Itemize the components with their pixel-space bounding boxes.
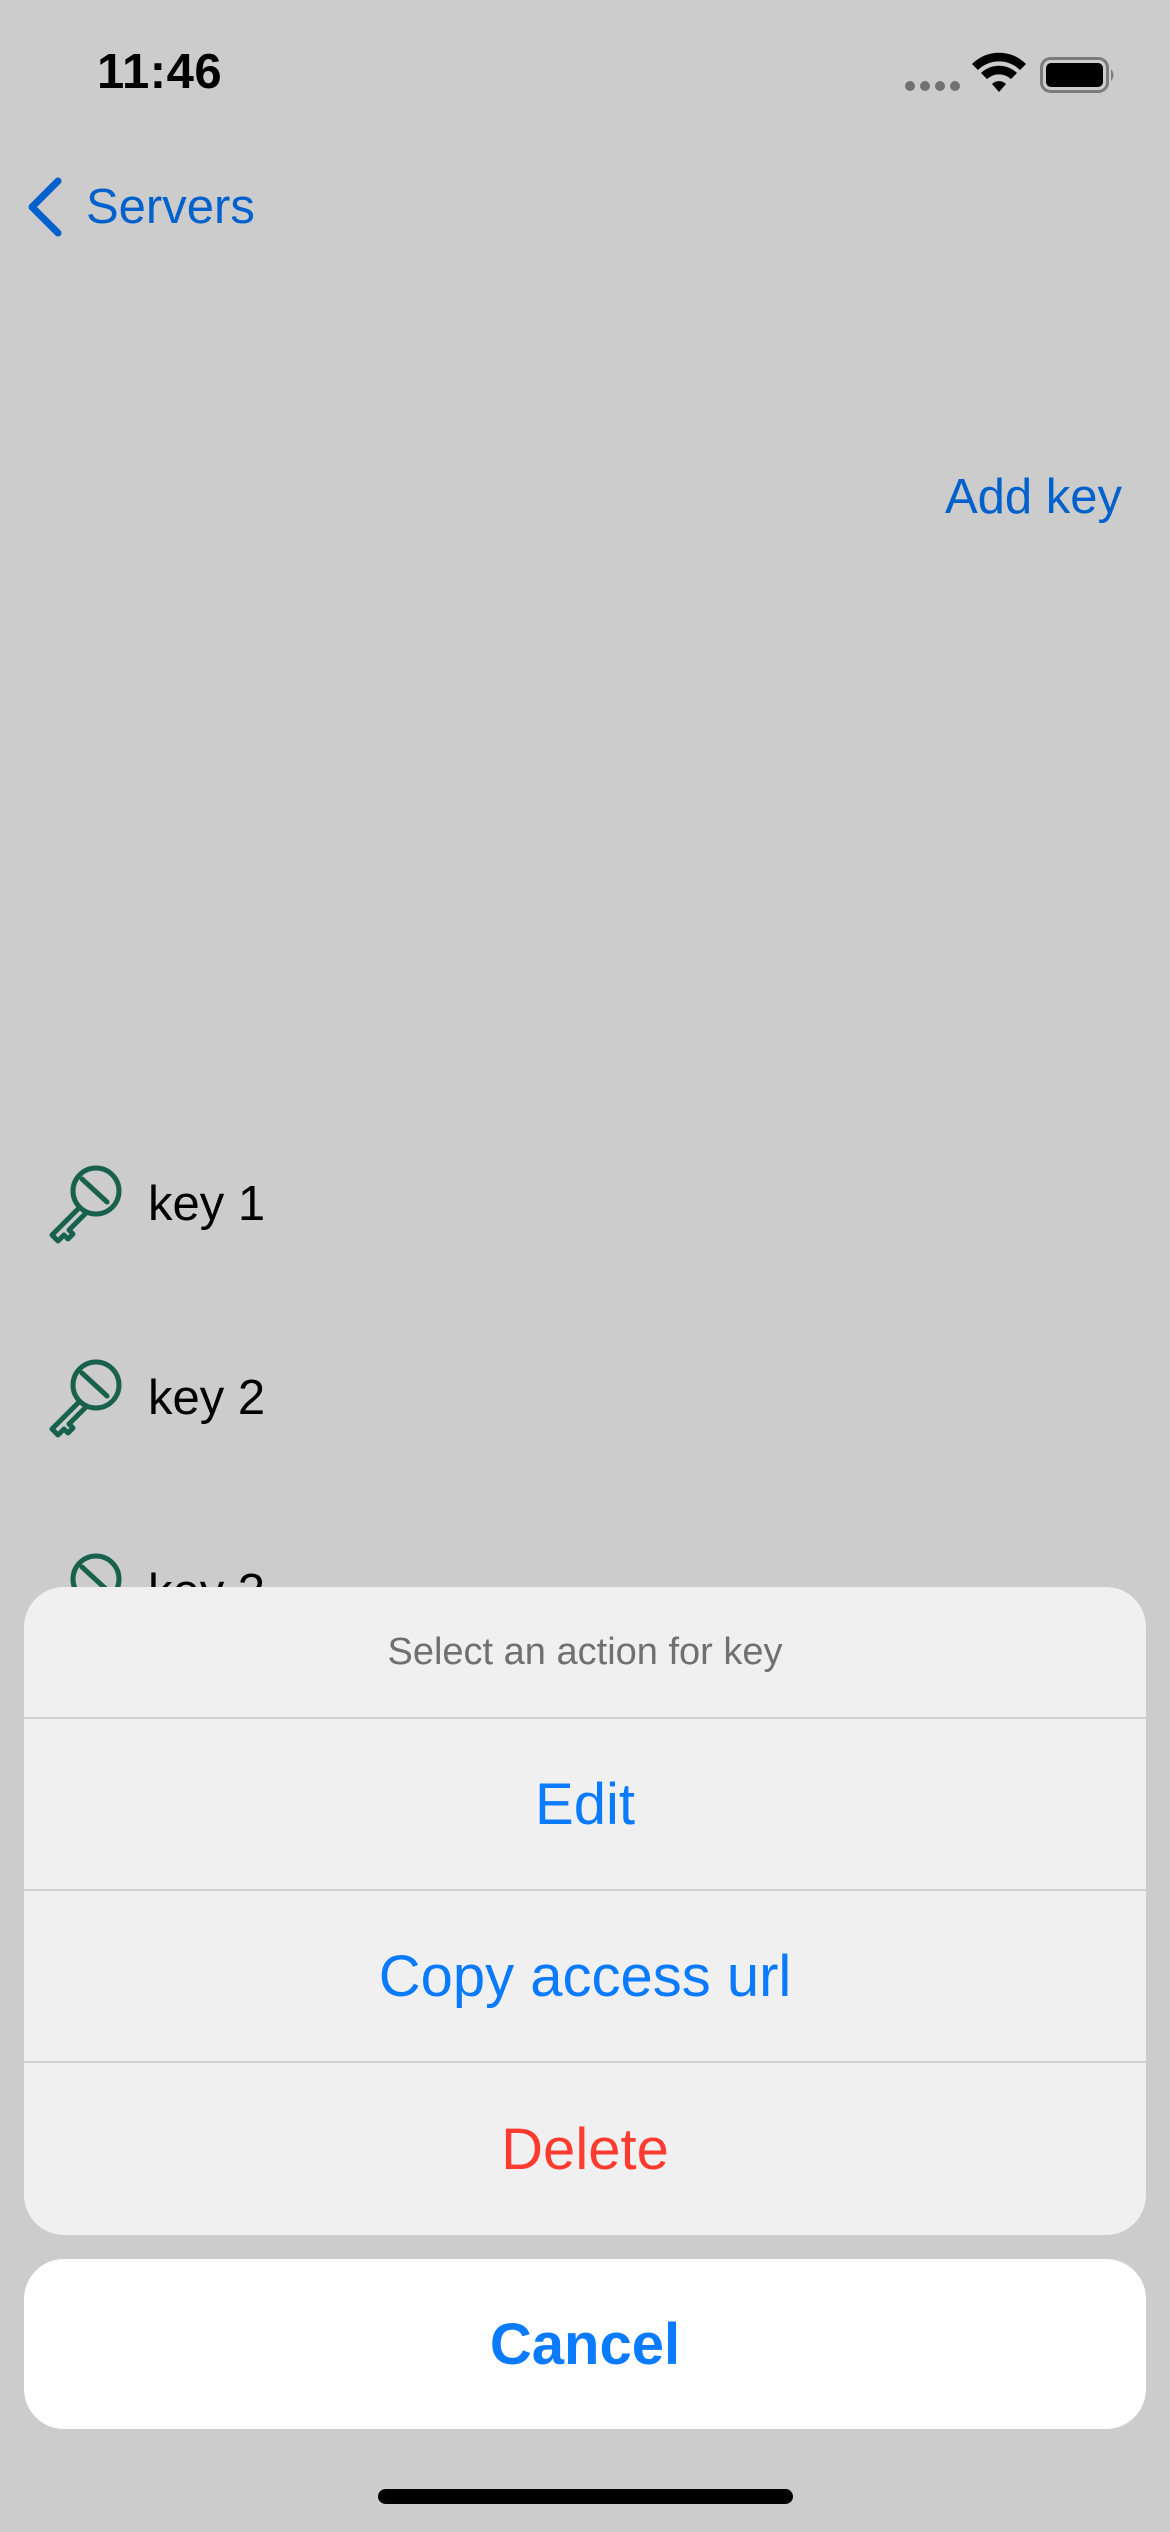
copy-access-url-button[interactable]: Copy access url: [24, 1891, 1146, 2063]
home-indicator[interactable]: [378, 2489, 793, 2504]
edit-button[interactable]: Edit: [24, 1719, 1146, 1891]
action-sheet: Select an action for key Edit Copy acces…: [24, 1587, 1146, 2235]
action-sheet-title: Select an action for key: [24, 1587, 1146, 1719]
cancel-button[interactable]: Cancel: [24, 2259, 1146, 2429]
delete-button[interactable]: Delete: [24, 2063, 1146, 2235]
screen: 11:46 Servers Add key key 1 key 2 Select…: [0, 0, 1170, 2532]
